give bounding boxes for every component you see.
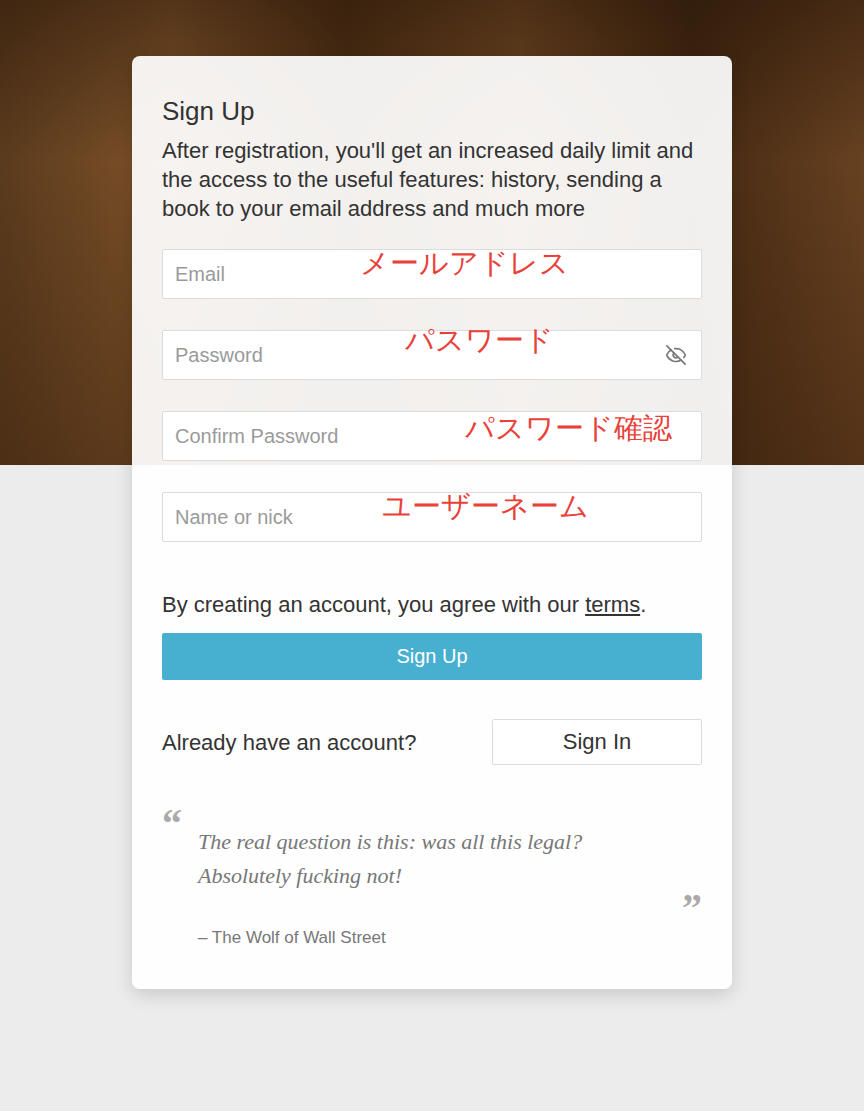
description: After registration, you'll get an increa… xyxy=(162,136,702,223)
annotation-label: ユーザーネーム xyxy=(382,489,589,523)
signin-prompt: Already have an account? xyxy=(162,728,416,757)
form-fields: メールアドレスパスワードパスワード確認ユーザーネーム xyxy=(162,249,702,542)
annotation-label: パスワード確認 xyxy=(465,411,672,445)
annotation-label: パスワード xyxy=(405,323,554,357)
form-field: ユーザーネーム xyxy=(162,492,702,542)
terms-note: By creating an account, you agree with o… xyxy=(162,590,702,619)
signin-button[interactable]: Sign In xyxy=(492,719,702,765)
terms-link[interactable]: terms xyxy=(585,592,640,617)
open-quote-mark: “ xyxy=(162,809,182,893)
quote: “The real question is this: was all this… xyxy=(162,809,702,949)
annotation-label: メールアドレス xyxy=(360,246,569,280)
signin-row: Already have an account? Sign In xyxy=(162,719,702,765)
text-input[interactable] xyxy=(162,411,702,461)
form-field: メールアドレス xyxy=(162,249,702,299)
close-quote-mark: ” xyxy=(682,893,702,923)
text-input[interactable] xyxy=(162,330,702,380)
quote-source: – The Wolf of Wall Street xyxy=(198,927,702,949)
text-input[interactable] xyxy=(162,492,702,542)
eye-off-icon xyxy=(665,344,687,366)
title: Sign Up xyxy=(162,94,702,128)
page: Sign Up After registration, you'll get an… xyxy=(0,0,864,1111)
visibility-toggle[interactable] xyxy=(664,343,688,367)
form-field: パスワード確認 xyxy=(162,411,702,461)
form-field: パスワード xyxy=(162,330,702,380)
text-input[interactable] xyxy=(162,249,702,299)
quote-text: The real question is this: was all this … xyxy=(198,825,702,893)
signup-button[interactable]: Sign Up xyxy=(162,633,702,680)
signup-card: Sign Up After registration, you'll get an… xyxy=(132,56,732,989)
